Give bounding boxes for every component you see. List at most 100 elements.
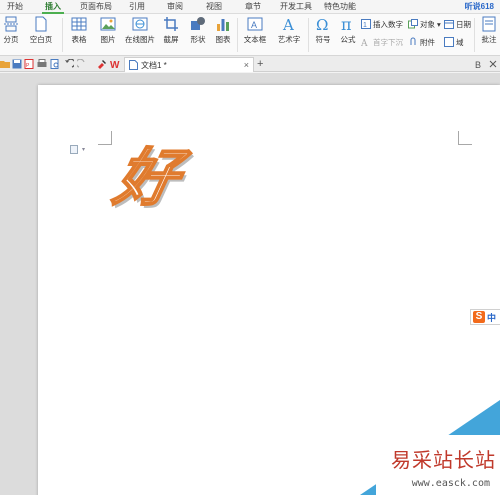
screenshot-icon [164, 17, 178, 31]
tab-insert[interactable]: 插入 [42, 0, 64, 14]
insert-number-button[interactable]: 1 插入数字 [361, 18, 403, 30]
chart-label: 图表 [215, 35, 231, 44]
watermark-title: 易采站长站 [391, 448, 496, 472]
svg-text:W: W [110, 60, 120, 69]
shape-label: 形状 [190, 35, 206, 44]
field-icon [444, 37, 454, 47]
chevron-down-icon[interactable]: ▾ [82, 146, 85, 153]
symbol-button[interactable]: Ω 符号 [311, 16, 335, 45]
format-painter-icon[interactable] [97, 59, 107, 69]
folder-icon[interactable] [0, 59, 10, 69]
print-icon[interactable] [37, 59, 47, 69]
document-tab-title: 文档1 * [141, 60, 167, 70]
svg-text:A: A [361, 39, 368, 47]
textbox-label: 文本框 [243, 35, 267, 44]
margin-corner-top-left [98, 131, 112, 145]
field-button[interactable]: 域 [444, 36, 464, 48]
drop-cap-label: 首字下沉 [373, 37, 403, 47]
user-name[interactable]: 听说618 [465, 0, 494, 14]
tab-developer[interactable]: 开发工具 [278, 0, 314, 14]
textbox-button[interactable]: A 文本框 [240, 16, 270, 45]
wordart-text[interactable]: 好 [107, 140, 187, 215]
new-tab-button[interactable]: + [257, 56, 263, 72]
chart-button[interactable]: 图表 [213, 16, 233, 45]
tab-review[interactable]: 审阅 [164, 0, 186, 14]
print-preview-icon[interactable] [50, 59, 60, 69]
symbol-label: 符号 [315, 35, 331, 44]
wordart-button[interactable]: A 艺术字 [273, 16, 305, 45]
shape-icon [191, 17, 205, 30]
undo-icon[interactable] [64, 59, 74, 69]
export-pdf-icon[interactable]: P [24, 59, 34, 69]
tab-view[interactable]: 视图 [203, 0, 225, 14]
blank-page-label: 空白页 [29, 35, 53, 44]
tab-references[interactable]: 引用 [126, 0, 148, 14]
input-method-indicator[interactable]: S 中 [470, 309, 500, 325]
ribbon-divider [62, 18, 63, 52]
document-icon [129, 60, 138, 70]
svg-text:π: π [341, 16, 352, 32]
sogou-logo-icon: S [473, 311, 485, 323]
attachment-label: 附件 [420, 37, 435, 47]
omega-icon: Ω [316, 16, 328, 32]
screenshot-button[interactable]: 截屏 [159, 16, 183, 45]
margin-corner-top-right [458, 131, 472, 145]
document-tab[interactable]: 文档1 * × [124, 57, 254, 72]
svg-text:B: B [475, 60, 481, 69]
comment-label: 批注 [481, 35, 497, 44]
object-icon [408, 19, 418, 29]
svg-text:A: A [282, 16, 294, 32]
svg-text:1: 1 [363, 22, 367, 29]
paperclip-icon [410, 37, 416, 45]
page-break-button[interactable]: 分页 [0, 16, 22, 45]
table-button[interactable]: 表格 [66, 16, 92, 45]
tab-home[interactable]: 开始 [4, 0, 26, 14]
number-icon: 1 [361, 19, 371, 29]
date-label: 日期 [456, 19, 471, 29]
redo-icon[interactable] [77, 59, 87, 69]
online-picture-label: 在线图片 [125, 35, 155, 44]
ribbon-divider [308, 18, 309, 52]
save-icon[interactable] [12, 59, 22, 69]
drop-cap-icon: A [361, 39, 368, 47]
collapse-ribbon-icon[interactable]: B [474, 59, 484, 69]
online-picture-icon [132, 17, 148, 31]
object-button[interactable]: 对象 ▾ [408, 18, 441, 30]
table-label: 表格 [71, 35, 87, 44]
tab-page-layout[interactable]: 页面布局 [78, 0, 114, 14]
attachment-button[interactable]: 附件 [408, 36, 435, 48]
close-icon[interactable]: × [244, 58, 249, 72]
document-tab-bar: P W 文档1 * × + B [0, 56, 500, 72]
date-button[interactable]: 日期 [444, 18, 471, 30]
menu-bar: 开始 插入 页面布局 引用 审阅 视图 章节 开发工具 特色功能 听说618 [0, 0, 500, 14]
textbox-icon: A [247, 17, 263, 31]
picture-button[interactable]: 图片 [95, 16, 121, 45]
drop-cap-button[interactable]: A 首字下沉 [361, 36, 403, 48]
input-mode-label: 中 [487, 312, 497, 323]
comment-button[interactable]: 批注 [478, 16, 500, 45]
paragraph-layout-icon[interactable] [70, 145, 78, 154]
online-picture-button[interactable]: 在线图片 [124, 16, 156, 45]
close-window-icon[interactable] [488, 59, 498, 69]
svg-text:Ω: Ω [316, 16, 328, 32]
wps-logo-icon[interactable]: W [110, 59, 120, 69]
wordart-label: 艺术字 [277, 35, 301, 44]
chart-icon [217, 19, 229, 31]
object-label: 对象 [420, 19, 435, 29]
tab-chapter[interactable]: 章节 [242, 0, 264, 14]
tab-special-features[interactable]: 特色功能 [322, 0, 358, 14]
formula-button[interactable]: π 公式 [337, 16, 359, 45]
ribbon-insert: 分页 空白页 表格 图片 在线图片 截屏 形状 图表 A 文本框 A 艺术字 Ω… [0, 14, 500, 56]
ribbon-divider [237, 18, 238, 52]
blank-page-button[interactable]: 空白页 [26, 16, 56, 45]
table-icon [71, 17, 87, 31]
calendar-icon [444, 20, 454, 29]
pi-icon: π [341, 16, 352, 32]
shape-button[interactable]: 形状 [186, 16, 210, 45]
comment-icon [482, 16, 496, 32]
screenshot-label: 截屏 [163, 35, 179, 44]
watermark-url: www.easck.com [411, 478, 490, 489]
page-break-icon [4, 16, 18, 32]
document-workspace: ▾ 好 S 中 易采站长站 www.easck.com [0, 73, 500, 495]
formula-label: 公式 [340, 35, 356, 44]
